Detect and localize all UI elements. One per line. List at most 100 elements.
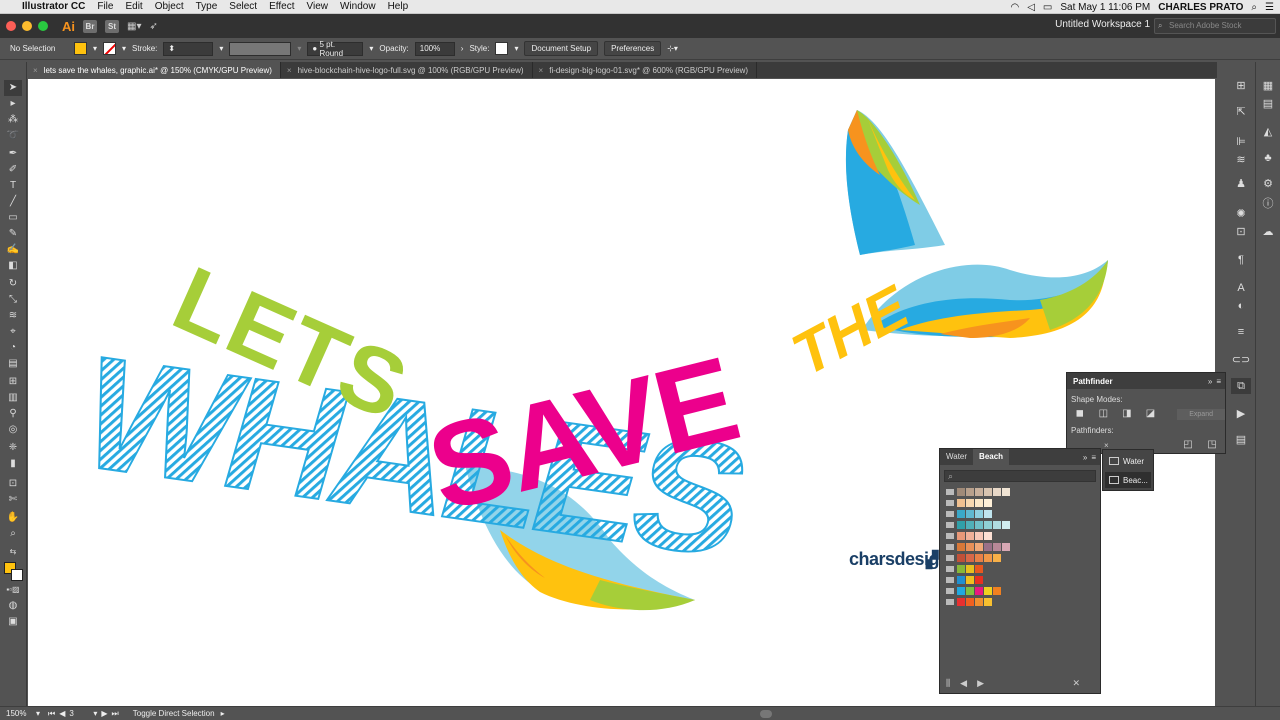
color-swatch[interactable] [975,587,983,595]
window-minimize-button[interactable] [22,21,32,31]
color-swatch[interactable] [966,565,974,573]
menu-file[interactable]: File [97,1,113,12]
settings-icon[interactable]: ⚙ [1258,176,1278,192]
color-swatch[interactable] [966,576,974,584]
layers-icon[interactable]: ≋ [1231,152,1251,168]
document-info-icon[interactable]: ◭ [1258,124,1278,140]
swatch-libraries-icon[interactable]: ▤ [1231,432,1251,448]
zoom-level-field[interactable]: 150% [6,709,36,718]
align-icon[interactable]: ⊫ [1231,134,1251,150]
artboard-dropdown-icon[interactable]: ▾ [93,709,97,718]
line-tool-icon[interactable]: ╱ [4,194,22,210]
perspective-grid-tool-icon[interactable]: ▤ [4,356,22,372]
eraser-tool-icon[interactable]: ◧ [4,258,22,274]
previous-artboard-icon[interactable]: ◀ [59,709,65,718]
window-close-button[interactable] [6,21,16,31]
artboard-number-field[interactable]: 3 [69,709,93,718]
rotate-tool-icon[interactable]: ↻ [4,276,22,292]
color-swatch[interactable] [966,587,974,595]
menubar-datetime[interactable]: Sat May 1 11:06 PM [1060,2,1150,13]
style-dropdown-icon[interactable]: ▾ [514,44,518,53]
zoom-tool-icon[interactable]: ⌕ [4,526,22,542]
shape-builder-tool-icon[interactable]: ◔ [4,340,22,356]
paintbrush-tool-icon[interactable]: ✎ [4,226,22,242]
color-swatch[interactable] [957,510,965,518]
color-swatch[interactable] [957,587,965,595]
previous-library-icon[interactable]: ◀ [960,678,967,689]
collapse-panel-icon[interactable]: » [1083,453,1087,462]
menu-select[interactable]: Select [229,1,257,12]
opacity-arrow-icon[interactable]: › [461,44,464,53]
gpu-performance-icon[interactable]: ➶ [149,21,157,32]
color-swatch[interactable] [975,488,983,496]
color-swatch[interactable] [984,521,992,529]
swatch-group-row[interactable] [946,542,1100,552]
selection-tool-icon[interactable]: ➤ [4,80,22,96]
workspace-switcher[interactable]: Untitled Workspace 1 [1055,19,1150,30]
libraries-icon[interactable]: ▦ [1258,78,1278,94]
arrange-documents-icon[interactable]: ▦▾ [127,21,141,32]
color-swatch[interactable] [1002,521,1010,529]
transform-icon[interactable]: ⊡ [1231,224,1251,240]
type-tool-icon[interactable]: T [4,178,22,194]
magic-wand-tool-icon[interactable]: ⁂ [4,112,22,128]
color-swatch[interactable] [984,510,992,518]
color-swatch[interactable] [966,499,974,507]
blend-tool-icon[interactable]: ◎ [4,422,22,438]
stroke-weight-dropdown-icon[interactable]: ▾ [219,44,223,53]
next-library-icon[interactable]: ▶ [977,678,984,689]
lasso-tool-icon[interactable]: ➰ [4,128,22,144]
puppet-icon[interactable]: ♟ [1231,176,1251,192]
color-swatch[interactable] [957,521,965,529]
close-tab-icon[interactable]: × [539,66,544,75]
pathfinder-dock-icon[interactable]: ⧉ [1231,378,1251,394]
color-swatch[interactable] [993,488,1001,496]
scale-tool-icon[interactable]: ⤡ [4,292,22,308]
graphic-style-swatch[interactable] [495,42,509,55]
color-swatch[interactable] [957,554,965,562]
slice-tool-icon[interactable]: ✄ [4,492,22,508]
status-menu-icon[interactable]: ▸ [221,709,225,718]
color-swatch[interactable] [957,532,965,540]
adobe-stock-search[interactable]: ⌕ Search Adobe Stock [1154,18,1276,34]
properties-icon[interactable]: ▤ [1258,96,1278,112]
swatch-group-row[interactable] [946,553,1100,563]
color-swatch[interactable] [993,543,1001,551]
gradient-tool-icon[interactable]: ▥ [4,390,22,406]
tab-beach[interactable]: Beach [973,449,1010,465]
panel-menu-icon[interactable]: ≡ [1091,453,1096,462]
minus-front-icon[interactable]: ◫ [1097,408,1111,420]
swatch-group-row[interactable] [946,509,1100,519]
color-swatch[interactable] [975,598,983,606]
next-artboard-icon[interactable]: ▶ [101,709,107,718]
preferences-button[interactable]: Preferences [604,41,662,56]
color-swatch[interactable] [966,510,974,518]
intersect-icon[interactable]: ◨ [1120,408,1134,420]
symbols-icon[interactable]: ♣ [1258,150,1278,166]
swatch-group-row[interactable] [946,487,1100,497]
exclude-icon[interactable]: ◪ [1144,408,1158,420]
stroke-weight-field[interactable]: ⬍ [163,41,214,56]
stroke-swatch[interactable] [103,42,117,55]
tab-fi-design-big-logo[interactable]: × fi-design-big-logo-01.svg* @ 600% (RGB… [533,62,758,78]
color-swatch[interactable] [984,499,992,507]
align-options-icon[interactable]: ⊹▾ [667,44,678,53]
shaper-tool-icon[interactable]: ✍ [4,242,22,258]
pen-tool-icon[interactable]: ✒ [4,146,22,162]
color-swatch[interactable] [975,521,983,529]
swatch-group-row[interactable] [946,586,1100,596]
swatch-group-row[interactable] [946,564,1100,574]
export-icon[interactable]: ⇱ [1231,104,1251,120]
fill-swatch[interactable] [74,42,87,55]
appearance-icon[interactable]: ◐ [1231,298,1251,314]
warp-tool-icon[interactable]: ≋ [4,308,22,324]
color-swatch[interactable] [957,565,965,573]
app-menu[interactable]: Illustrator CC [22,1,85,12]
notification-center-icon[interactable]: ☰ [1265,2,1274,13]
last-artboard-icon[interactable]: ⏭ [112,709,119,719]
color-swatch[interactable] [957,499,965,507]
rectangle-tool-icon[interactable]: ▭ [4,210,22,226]
color-swatch[interactable] [966,543,974,551]
outline-icon[interactable]: ◰ [1181,439,1195,451]
menu-edit[interactable]: Edit [125,1,142,12]
